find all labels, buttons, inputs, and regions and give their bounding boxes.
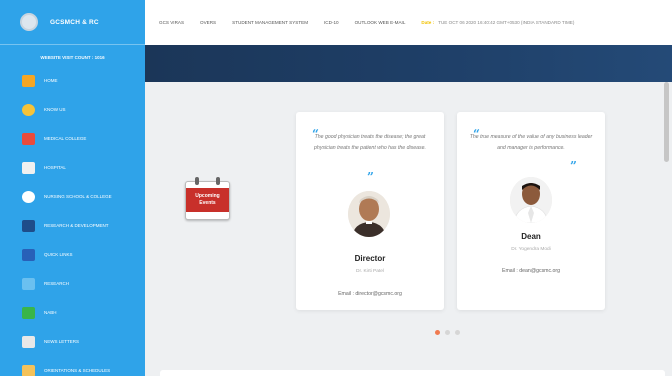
top-link-overs[interactable]: OVERS bbox=[200, 20, 216, 25]
nursing-icon bbox=[22, 190, 35, 203]
top-link-icd10[interactable]: ICD-10 bbox=[324, 20, 339, 25]
quote-close-icon: ” bbox=[367, 170, 374, 184]
director-photo bbox=[348, 191, 390, 237]
top-link-gcs-viras[interactable]: GCS VIRAS bbox=[159, 20, 184, 25]
carousel-dot[interactable] bbox=[455, 330, 460, 335]
check-icon bbox=[22, 306, 35, 319]
college-icon bbox=[22, 132, 35, 145]
quote: “ The good physician treats the disease;… bbox=[296, 112, 444, 154]
calendar-icon: Upcoming Events bbox=[185, 181, 230, 220]
sidebar-item-medical-college[interactable]: MEDICAL COLLEGE bbox=[0, 124, 145, 153]
director-card: “ The good physician treats the disease;… bbox=[296, 112, 444, 310]
events-label-line2: Events bbox=[199, 200, 216, 206]
sidebar-item-orientations[interactable]: ORIENTATIONS & SCHEDULES bbox=[0, 356, 145, 376]
dean-name: Dr. Yogendra Modi bbox=[511, 247, 551, 252]
schedule-icon bbox=[22, 364, 35, 376]
sidebar-item-label: HOSPITAL bbox=[44, 165, 66, 170]
sidebar-item-label: NURSING SCHOOL & COLLEGE bbox=[44, 194, 112, 199]
calendar-rings bbox=[185, 177, 230, 185]
upcoming-events-button[interactable]: Upcoming Events bbox=[185, 177, 230, 220]
sidebar-item-nabh[interactable]: NABH bbox=[0, 298, 145, 327]
sidebar-item-label: NEWS LETTERS bbox=[44, 339, 80, 344]
main-content: Upcoming Events “ The good physician tre… bbox=[145, 82, 672, 376]
dean-email[interactable]: Email : dean@gcsmc.org bbox=[457, 268, 605, 274]
top-link-student-management[interactable]: STUDENT MANAGEMENT SYSTEM bbox=[232, 20, 308, 25]
quote: “ The true measure of the value of any b… bbox=[457, 112, 605, 154]
carousel-dots bbox=[435, 330, 460, 335]
director-email[interactable]: Email : director@gcsmc.org bbox=[296, 291, 444, 297]
current-date: TUE OCT 06 2020 16:40:42 GMT+0530 (INDIA… bbox=[438, 20, 575, 25]
hospital-icon bbox=[22, 161, 35, 174]
sidebar-item-label: HOME bbox=[44, 78, 58, 83]
quote-close-icon: ” bbox=[570, 159, 577, 173]
dean-title: Dean bbox=[521, 232, 541, 241]
sidebar-item-label: ORIENTATIONS & SCHEDULES bbox=[44, 368, 111, 373]
home-icon bbox=[22, 74, 35, 87]
trophy-icon bbox=[22, 219, 35, 232]
sidebar-item-label: KNOW US bbox=[44, 107, 66, 112]
bottom-card bbox=[160, 370, 665, 376]
dean-card: “ The true measure of the value of any b… bbox=[457, 112, 605, 310]
carousel-dot[interactable] bbox=[435, 330, 440, 335]
date-label: Date : bbox=[421, 20, 435, 25]
director-title: Director bbox=[354, 254, 386, 263]
top-links: GCS VIRAS OVERS STUDENT MANAGEMENT SYSTE… bbox=[159, 20, 405, 25]
events-label: Upcoming Events bbox=[186, 188, 229, 212]
visit-counter: WEBSITE VISIT COUNT : 1016 bbox=[40, 55, 105, 60]
sidebar-item-label: RESEARCH bbox=[44, 281, 70, 286]
top-link-outlook[interactable]: OUTLOOK WEB E-MAIL bbox=[355, 20, 406, 25]
sidebar-item-label: QUICK LINKS bbox=[44, 252, 73, 257]
calendar-ring bbox=[216, 177, 220, 185]
sidebar-item-research[interactable]: RESEARCH bbox=[0, 269, 145, 298]
calendar-ring bbox=[195, 177, 199, 185]
sidebar: GCSMCH & RC WEBSITE VISIT COUNT : 1016 H… bbox=[0, 0, 145, 376]
carousel-dot[interactable] bbox=[445, 330, 450, 335]
info-icon bbox=[22, 103, 35, 116]
page-scrollbar[interactable] bbox=[664, 82, 669, 162]
quote-text: The good physician treats the disease; t… bbox=[314, 134, 426, 151]
header-banner bbox=[145, 45, 672, 82]
sidebar-item-home[interactable]: HOME bbox=[0, 66, 145, 95]
quote-open-icon: “ bbox=[473, 127, 480, 141]
sidebar-item-hospital[interactable]: HOSPITAL bbox=[0, 153, 145, 182]
director-name: Dr. Kirti Patel bbox=[356, 269, 384, 274]
sidebar-item-quick-links[interactable]: QUICK LINKS bbox=[0, 240, 145, 269]
top-bar: GCS VIRAS OVERS STUDENT MANAGEMENT SYSTE… bbox=[145, 0, 672, 45]
sidebar-item-label: MEDICAL COLLEGE bbox=[44, 136, 87, 141]
sidebar-item-label: RESEARCH & DEVELOPMENT bbox=[44, 223, 109, 228]
sidebar-item-label: NABH bbox=[44, 310, 57, 315]
college-logo bbox=[20, 13, 38, 31]
brand-title: GCSMCH & RC bbox=[50, 18, 99, 26]
sidebar-item-know-us[interactable]: KNOW US bbox=[0, 95, 145, 124]
sidebar-item-news-letters[interactable]: NEWS LETTERS bbox=[0, 327, 145, 356]
newsletter-icon bbox=[22, 335, 35, 348]
quote-open-icon: “ bbox=[312, 127, 319, 141]
sidebar-item-research-development[interactable]: RESEARCH & DEVELOPMENT bbox=[0, 211, 145, 240]
sidebar-item-nursing[interactable]: NURSING SCHOOL & COLLEGE bbox=[0, 182, 145, 211]
dean-photo bbox=[510, 177, 552, 223]
links-icon bbox=[22, 248, 35, 261]
quote-text: The true measure of the value of any bus… bbox=[469, 134, 593, 151]
events-label-line1: Upcoming bbox=[195, 193, 220, 199]
brand[interactable]: GCSMCH & RC bbox=[0, 0, 145, 45]
research-icon bbox=[22, 277, 35, 290]
